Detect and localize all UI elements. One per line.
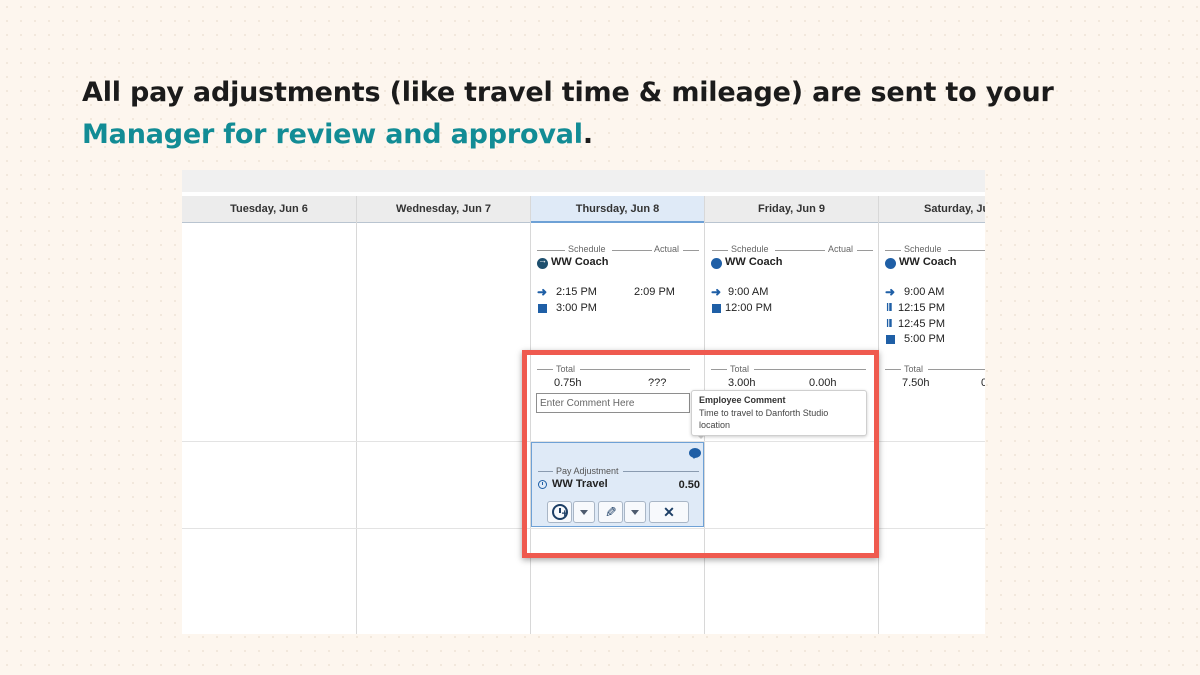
shift-name[interactable]: WW Coach <box>551 256 608 268</box>
shift-end: 12:00 PM <box>725 302 773 314</box>
shift-name[interactable]: WW Coach <box>725 256 782 268</box>
toolbar-strip <box>182 170 985 192</box>
shift-start: 9:00 AM <box>728 286 769 298</box>
arrow-right-icon: ➜ <box>885 285 896 299</box>
total-hours: 7.50h <box>902 377 930 389</box>
stop-icon <box>712 304 721 313</box>
shift-name[interactable]: WW Coach <box>899 256 956 268</box>
column-header-thursday[interactable]: Thursday, Jun 8 <box>531 196 704 223</box>
actual-total-hours: 0 <box>981 377 985 389</box>
divider <box>885 369 901 370</box>
actual-label: Actual <box>828 244 854 254</box>
divider <box>712 250 728 251</box>
stop-icon <box>886 335 895 344</box>
divider <box>885 250 901 251</box>
meal-icon: ǁǀ <box>886 318 892 330</box>
divider <box>612 250 652 251</box>
meal-start: 12:15 PM <box>898 302 946 314</box>
divider <box>683 250 699 251</box>
shift-status-icon <box>537 255 548 269</box>
highlight-frame <box>522 350 879 558</box>
column-header-saturday[interactable]: Saturday, Ju <box>879 196 985 223</box>
schedule-label: Schedule <box>904 244 942 254</box>
arrow-right-icon: ➜ <box>711 285 722 299</box>
meal-end: 12:45 PM <box>898 318 946 330</box>
headline-text: All pay adjustments (like travel time & … <box>82 77 1054 108</box>
meal-icon: ǁǀ <box>886 302 892 314</box>
schedule-label: Schedule <box>568 244 606 254</box>
actual-start: 2:09 PM <box>634 286 675 298</box>
column-header-wednesday[interactable]: Wednesday, Jun 7 <box>357 196 530 223</box>
total-label: Total <box>904 364 924 374</box>
headline-end: . <box>582 119 593 150</box>
grid-divider <box>356 196 357 634</box>
shift-end: 5:00 PM <box>904 333 945 345</box>
divider <box>537 250 565 251</box>
actual-label: Actual <box>654 244 680 254</box>
shift-start: 2:15 PM <box>556 286 597 298</box>
headline: All pay adjustments (like travel time & … <box>82 72 1082 156</box>
stop-icon <box>538 304 547 313</box>
shift-end: 3:00 PM <box>556 302 597 314</box>
arrow-right-icon: ➜ <box>537 285 548 299</box>
shift-start: 9:00 AM <box>904 286 945 298</box>
shift-status-icon <box>885 258 896 269</box>
divider <box>928 369 985 370</box>
headline-accent: Manager for review and approval <box>82 119 583 150</box>
divider <box>775 250 825 251</box>
shift-status-icon <box>711 258 722 269</box>
column-header-tuesday[interactable]: Tuesday, Jun 6 <box>182 196 356 223</box>
schedule-label: Schedule <box>731 244 769 254</box>
column-header-friday[interactable]: Friday, Jun 9 <box>705 196 878 223</box>
divider <box>857 250 873 251</box>
divider <box>948 250 985 251</box>
